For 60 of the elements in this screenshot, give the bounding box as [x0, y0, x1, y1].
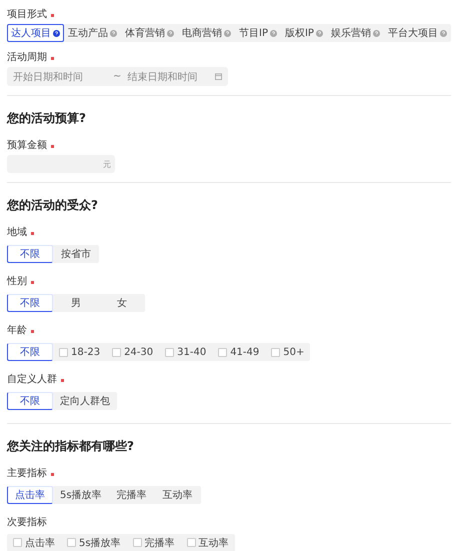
field-label: 活动周期 [7, 52, 47, 64]
field-label: 年龄 [7, 325, 27, 337]
help-icon [224, 30, 231, 36]
option-button[interactable]: 不限 [7, 294, 53, 312]
checkbox-label: 5s播放率 [79, 536, 121, 550]
field-label: 次要指标 [7, 517, 47, 529]
checkbox[interactable] [59, 348, 68, 356]
option-button[interactable]: 不限 [7, 392, 53, 410]
section-title: 您的活动预算? [7, 110, 87, 126]
help-icon [270, 30, 277, 36]
checkbox[interactable] [112, 348, 122, 356]
checkbox-label: 50+ [283, 346, 304, 358]
tab[interactable]: 电商营销 [178, 24, 235, 42]
option-button[interactable]: 不限 [7, 343, 53, 361]
checkbox-label: 点击率 [25, 536, 55, 550]
section-title: 您关注的指标都有哪些? [7, 438, 135, 454]
help-icon [440, 30, 447, 36]
checkbox-label: 31-40 [177, 346, 206, 358]
help-icon [316, 30, 323, 36]
tab[interactable]: 互动产品 [64, 24, 121, 42]
checkbox[interactable] [132, 538, 142, 547]
field-label: 项目形式 [7, 9, 47, 21]
checkbox-label: 完播率 [144, 536, 175, 550]
section-title: 您的活动的受众? [7, 197, 99, 213]
field-label: 自定义人群 [7, 374, 57, 386]
option-button[interactable]: 男 [53, 294, 99, 312]
checkbox-label: 18-23 [71, 346, 100, 358]
checkbox[interactable] [13, 538, 22, 547]
checkbox-label: 互动率 [198, 536, 229, 550]
option-button[interactable]: 女 [99, 294, 145, 312]
tab[interactable]: 版权IP [280, 24, 327, 42]
field-label: 性别 [7, 276, 27, 288]
option-button[interactable]: 完播率 [108, 486, 155, 504]
field-label: 地域 [7, 227, 27, 239]
calendar-icon [215, 73, 222, 80]
tab[interactable]: 平台大项目 [384, 24, 451, 42]
tab[interactable]: 达人项目 [7, 24, 64, 42]
field-label: 主要指标 [7, 468, 47, 480]
checkbox[interactable] [218, 348, 228, 356]
checkbox-label: 24-30 [124, 346, 154, 358]
help-icon [167, 30, 174, 36]
checkbox[interactable] [271, 348, 280, 356]
unit-suffix: 元 [103, 158, 111, 170]
option-button[interactable]: 不限 [7, 245, 53, 263]
field-label: 预算金额 [7, 140, 47, 152]
checkbox[interactable] [165, 348, 174, 356]
tab[interactable]: 体育营销 [121, 24, 178, 42]
option-button[interactable]: 互动率 [154, 486, 201, 504]
checkbox[interactable] [67, 538, 76, 547]
help-icon [53, 30, 60, 36]
option-button[interactable]: 5s播放率 [53, 486, 109, 504]
tab[interactable]: 节目IP [235, 24, 281, 42]
option-button[interactable]: 定向人群包 [53, 392, 117, 410]
help-icon [372, 30, 380, 36]
checkbox[interactable] [186, 538, 196, 547]
checkbox-label: 41-49 [230, 346, 260, 358]
option-button[interactable]: 点击率 [7, 486, 53, 504]
option-button[interactable]: 按省市 [53, 245, 99, 263]
help-icon [110, 30, 117, 36]
tab[interactable]: 娱乐营销 [326, 24, 384, 42]
